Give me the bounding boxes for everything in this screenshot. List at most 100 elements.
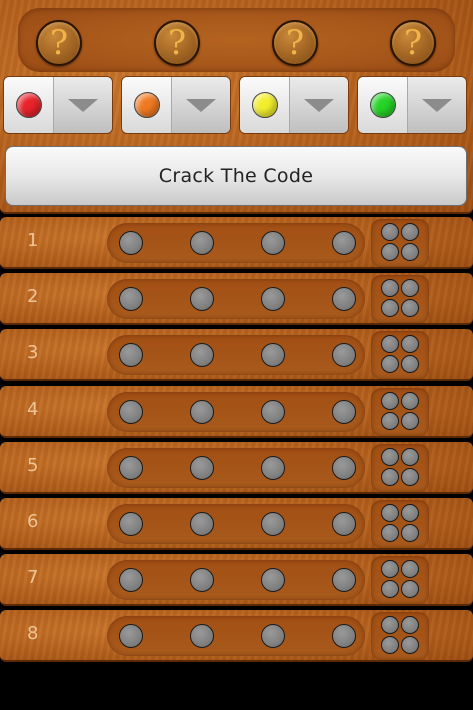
feedback-peg-hole-3 — [381, 243, 399, 261]
guess-peg-hole-3[interactable] — [261, 568, 285, 593]
guess-peg-hole-3[interactable] — [261, 455, 285, 480]
feedback-peg-hole-2 — [401, 447, 419, 466]
guess-peg-hole-3[interactable] — [261, 287, 285, 312]
guess-tray — [107, 279, 365, 320]
feedback-peg-hole-2 — [401, 223, 419, 241]
guess-peg-hole-4[interactable] — [332, 624, 356, 649]
guess-tray — [107, 560, 365, 601]
row-number: 6 — [27, 511, 39, 532]
guess-peg-hole-1[interactable] — [119, 231, 143, 255]
feedback-peg-hole-3 — [381, 467, 399, 486]
dropdown-button[interactable] — [54, 77, 112, 133]
feedback-pegs — [371, 331, 429, 380]
row-number: 3 — [27, 342, 39, 364]
guess-peg-hole-3[interactable] — [261, 512, 285, 536]
guess-peg-hole-1[interactable] — [119, 512, 143, 536]
feedback-peg-hole-2 — [401, 504, 419, 522]
color-selector-3[interactable] — [239, 76, 349, 134]
guess-peg-hole-4[interactable] — [332, 343, 356, 368]
guess-peg-hole-2[interactable] — [190, 624, 214, 649]
selected-color-swatch[interactable] — [4, 77, 54, 133]
guess-tray — [107, 504, 365, 544]
guess-tray — [107, 391, 365, 432]
color-selector-1[interactable] — [3, 76, 113, 134]
guess-peg-hole-1[interactable] — [119, 455, 143, 480]
feedback-peg-hole-1 — [381, 335, 399, 354]
feedback-peg-hole-1 — [381, 504, 399, 522]
chevron-down-icon — [422, 98, 452, 112]
row-number: 8 — [27, 623, 39, 645]
feedback-peg-hole-4 — [401, 636, 419, 655]
guess-peg-hole-3[interactable] — [261, 343, 285, 368]
feedback-peg-hole-3 — [381, 580, 399, 599]
secret-peg-2-question-mark-icon: ? — [154, 20, 200, 66]
guess-peg-hole-1[interactable] — [119, 624, 143, 649]
guess-peg-hole-4[interactable] — [332, 287, 356, 312]
feedback-peg-hole-1 — [381, 616, 399, 635]
dropdown-button[interactable] — [290, 77, 348, 133]
secret-peg-1-question-mark-icon: ? — [36, 20, 82, 66]
guess-peg-hole-3[interactable] — [261, 231, 285, 255]
guess-peg-hole-4[interactable] — [332, 455, 356, 480]
feedback-peg-hole-4 — [401, 299, 419, 318]
guess-peg-hole-2[interactable] — [190, 512, 214, 536]
feedback-peg-hole-4 — [401, 524, 419, 542]
feedback-peg-hole-2 — [401, 391, 419, 410]
selected-color-swatch[interactable] — [240, 77, 290, 133]
feedback-pegs — [371, 443, 429, 492]
color-peg-yellow — [251, 92, 278, 118]
guess-peg-hole-2[interactable] — [190, 455, 214, 480]
feedback-peg-hole-1 — [381, 223, 399, 241]
guess-peg-hole-1[interactable] — [119, 399, 143, 424]
secret-peg-4-question-mark-icon: ? — [390, 20, 436, 66]
feedback-pegs — [371, 219, 429, 267]
guess-peg-hole-4[interactable] — [332, 231, 356, 255]
feedback-peg-hole-3 — [381, 299, 399, 318]
guess-peg-hole-2[interactable] — [190, 231, 214, 255]
row-number: 1 — [27, 230, 39, 251]
feedback-peg-hole-1 — [381, 279, 399, 298]
color-selector-4[interactable] — [357, 76, 467, 134]
guess-peg-hole-3[interactable] — [261, 624, 285, 649]
dropdown-button[interactable] — [172, 77, 230, 133]
guess-peg-hole-2[interactable] — [190, 343, 214, 368]
guess-peg-hole-4[interactable] — [332, 512, 356, 536]
feedback-peg-hole-4 — [401, 355, 419, 374]
feedback-peg-hole-3 — [381, 411, 399, 430]
guess-row-4: 4 — [0, 385, 473, 438]
guess-peg-hole-4[interactable] — [332, 568, 356, 593]
guess-row-1: 1 — [0, 217, 473, 269]
feedback-peg-hole-1 — [381, 560, 399, 579]
color-selector-2[interactable] — [121, 76, 231, 134]
guess-peg-hole-4[interactable] — [332, 399, 356, 424]
chevron-down-icon — [186, 98, 216, 112]
feedback-peg-hole-4 — [401, 243, 419, 261]
guess-row-5: 5 — [0, 441, 473, 494]
crack-the-code-button[interactable]: Crack The Code — [5, 146, 467, 206]
dropdown-button[interactable] — [408, 77, 466, 133]
feedback-peg-hole-4 — [401, 467, 419, 486]
selected-color-swatch[interactable] — [358, 77, 408, 133]
color-peg-green — [369, 92, 396, 118]
guess-peg-hole-3[interactable] — [261, 399, 285, 424]
feedback-peg-hole-1 — [381, 447, 399, 466]
row-number: 5 — [27, 454, 39, 476]
guess-peg-hole-2[interactable] — [190, 399, 214, 424]
color-peg-orange — [133, 92, 160, 118]
chevron-down-icon — [68, 98, 98, 112]
feedback-pegs — [371, 387, 429, 436]
feedback-peg-hole-2 — [401, 279, 419, 298]
guess-peg-hole-1[interactable] — [119, 287, 143, 312]
guess-peg-hole-2[interactable] — [190, 568, 214, 593]
guess-peg-hole-1[interactable] — [119, 568, 143, 593]
guess-row-7: 7 — [0, 554, 473, 607]
guess-peg-hole-2[interactable] — [190, 287, 214, 312]
feedback-peg-hole-4 — [401, 580, 419, 599]
guess-tray — [107, 335, 365, 376]
selected-color-swatch[interactable] — [122, 77, 172, 133]
feedback-pegs — [371, 275, 429, 324]
secret-peg-3-question-mark-icon: ? — [272, 20, 318, 66]
row-number: 4 — [27, 398, 39, 420]
guess-peg-hole-1[interactable] — [119, 343, 143, 368]
feedback-peg-hole-4 — [401, 411, 419, 430]
